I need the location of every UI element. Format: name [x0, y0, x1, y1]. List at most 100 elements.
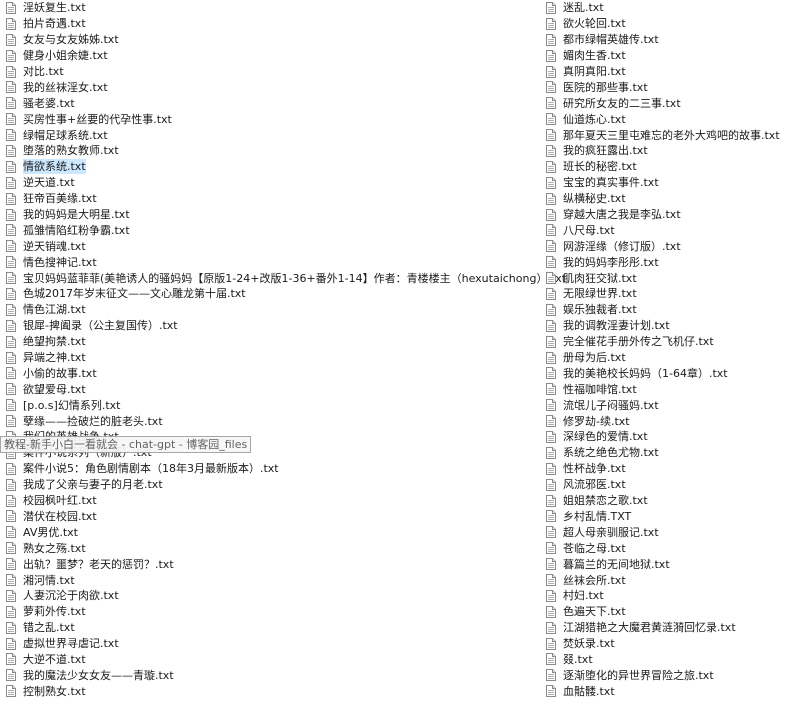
- file-item[interactable]: 系统之绝色尤物.txt: [546, 445, 800, 461]
- file-item[interactable]: 健身小姐余婕.txt: [6, 48, 541, 64]
- file-item[interactable]: 媚肉生香.txt: [546, 48, 800, 64]
- file-item[interactable]: 案件小说5：角色剧情剧本（18年3月最新版本）.txt: [6, 461, 541, 477]
- file-item[interactable]: 湘河情.txt: [6, 572, 541, 588]
- file-name: 我的调教淫妻计划.txt: [563, 319, 670, 333]
- text-file-icon: [546, 494, 556, 507]
- text-file-icon: [6, 287, 16, 300]
- file-item[interactable]: 对比.txt: [6, 64, 541, 80]
- file-item[interactable]: 宝贝妈妈蓝菲菲(美艳诱人的骚妈妈【原版1-24+改版1-36+番外1-14】作者…: [6, 270, 566, 286]
- file-item[interactable]: 控制熟女.txt: [6, 683, 541, 699]
- file-item[interactable]: 孽缘——捡破烂的脏老头.txt: [6, 413, 541, 429]
- file-item[interactable]: 姐姐禁恋之歌.txt: [546, 493, 800, 509]
- file-name: 肌肉狂交狱.txt: [563, 271, 637, 285]
- file-item[interactable]: 我的美艳校长妈妈（1-64章）.txt: [546, 365, 800, 381]
- text-file-icon: [546, 367, 556, 380]
- text-file-icon: [546, 574, 556, 586]
- file-item[interactable]: 我成了父亲与妻子的月老.txt: [6, 477, 541, 493]
- file-item[interactable]: 银犀-捭阖录（公主复国传）.txt: [6, 318, 541, 334]
- file-item[interactable]: 医院的那些事.txt: [546, 79, 800, 95]
- file-item[interactable]: 都市绿帽英雄传.txt: [546, 32, 800, 48]
- file-item[interactable]: 堕落的熟女教师.txt: [6, 143, 541, 159]
- file-item[interactable]: 人妻沉沦于肉欲.txt: [6, 588, 541, 604]
- file-item[interactable]: 无限绿世界.txt: [546, 286, 800, 302]
- file-item[interactable]: 我的妈妈是大明星.txt: [6, 207, 541, 223]
- file-item[interactable]: 欲望爱母.txt: [6, 381, 541, 397]
- file-item[interactable]: 拍片奇遇.txt: [6, 16, 541, 32]
- file-item[interactable]: 研究所女友的二三事.txt: [546, 95, 800, 111]
- file-item[interactable]: 风流邪医.txt: [546, 477, 800, 493]
- text-file-icon: [6, 510, 16, 523]
- file-name: 大逆不道.txt: [23, 652, 86, 666]
- file-item[interactable]: 娱乐独裁者.txt: [546, 302, 800, 318]
- file-item[interactable]: 肌肉狂交狱.txt: [546, 270, 800, 286]
- file-name: 册母为后.txt: [563, 351, 626, 365]
- file-item[interactable]: 色遍天下.txt: [546, 604, 800, 620]
- file-name: 无限绿世界.txt: [563, 287, 637, 301]
- file-item[interactable]: 完全催花手册外传之飞机仔.txt: [546, 334, 800, 350]
- file-item[interactable]: 深绿色的爱情.txt: [546, 429, 800, 445]
- file-item[interactable]: 骚老婆.txt: [6, 95, 541, 111]
- file-item[interactable]: 乡村乱情.TXT: [546, 509, 800, 525]
- file-item[interactable]: 出轨？噩梦？老天的惩罚？.txt: [6, 556, 541, 572]
- file-item[interactable]: 班长的秘密.txt: [546, 159, 800, 175]
- file-item[interactable]: 情色江湖.txt: [6, 302, 541, 318]
- file-item[interactable]: 情欲系统.txt: [6, 159, 541, 175]
- file-item[interactable]: 熟女之殇.txt: [6, 540, 541, 556]
- file-item[interactable]: 宝宝的真实事件.txt: [546, 175, 800, 191]
- file-item[interactable]: 错之乱.txt: [6, 620, 541, 636]
- file-name: 欲望爱母.txt: [23, 382, 86, 396]
- file-item[interactable]: 女友与女友姊姊.txt: [6, 32, 541, 48]
- text-file-icon: [6, 653, 16, 666]
- file-item[interactable]: 孤雏情陷红粉争霸.txt: [6, 222, 541, 238]
- file-item[interactable]: 丝袜会所.txt: [546, 572, 800, 588]
- file-item[interactable]: 血骷髅.txt: [546, 683, 800, 699]
- file-item[interactable]: 我的疯狂露出.txt: [546, 143, 800, 159]
- file-item[interactable]: AV男优.txt: [6, 524, 541, 540]
- file-item[interactable]: 迷乱.txt: [546, 0, 800, 16]
- file-item[interactable]: 绿帽足球系统.txt: [6, 127, 541, 143]
- file-item[interactable]: 逆天道.txt: [6, 175, 541, 191]
- text-file-icon: [546, 526, 556, 539]
- file-item[interactable]: 我的调教淫妻计划.txt: [546, 318, 800, 334]
- file-item[interactable]: 焚妖录.txt: [546, 636, 800, 652]
- file-item[interactable]: 仙道炼心.txt: [546, 111, 800, 127]
- file-item[interactable]: 超人母亲驯服记.txt: [546, 524, 800, 540]
- file-item[interactable]: 欲火轮回.txt: [546, 16, 800, 32]
- file-item[interactable]: 苍临之母.txt: [546, 540, 800, 556]
- file-item[interactable]: 暮篇兰的无间地狱.txt: [546, 556, 800, 572]
- file-item[interactable]: 纵横秘史.txt: [546, 191, 800, 207]
- file-item[interactable]: 真阴真阳.txt: [546, 64, 800, 80]
- file-item[interactable]: 买房性事+丝要的代孕性事.txt: [6, 111, 541, 127]
- file-item[interactable]: 那年夏天三里屯难忘的老外大鸡吧的故事.txt: [546, 127, 800, 143]
- file-item[interactable]: 淫妖复生.txt: [6, 0, 541, 16]
- file-item[interactable]: 狂帝百美缘.txt: [6, 191, 541, 207]
- file-item[interactable]: 穿越大唐之我是李弘.txt: [546, 207, 800, 223]
- file-item[interactable]: 大逆不道.txt: [6, 652, 541, 668]
- file-item[interactable]: 潜伏在校园.txt: [6, 509, 541, 525]
- file-item[interactable]: 校园枫叶红.txt: [6, 493, 541, 509]
- file-item[interactable]: 绝望拘禁.txt: [6, 334, 541, 350]
- file-item[interactable]: 我的妈妈李彤彤.txt: [546, 254, 800, 270]
- file-item[interactable]: 色城2017年岁末征文——文心雕龙第十届.txt: [6, 286, 541, 302]
- file-item[interactable]: 我的丝袜淫女.txt: [6, 79, 541, 95]
- file-item[interactable]: 修罗劫-续.txt: [546, 413, 800, 429]
- file-item[interactable]: 江湖猎艳之大魔君黄涟漪回忆录.txt: [546, 620, 800, 636]
- file-item[interactable]: [p.o.s]幻情系列.txt: [6, 397, 541, 413]
- file-item[interactable]: 网游淫缘（修订版）.txt: [546, 238, 800, 254]
- file-item[interactable]: 异端之神.txt: [6, 350, 541, 366]
- file-name: 色遍天下.txt: [563, 605, 626, 619]
- file-item[interactable]: 情色搜神记.txt: [6, 254, 541, 270]
- file-item[interactable]: 逆天销魂.txt: [6, 238, 541, 254]
- file-item[interactable]: 八尺母.txt: [546, 222, 800, 238]
- file-item[interactable]: 册母为后.txt: [546, 350, 800, 366]
- file-item[interactable]: 流氓儿子闷骚妈.txt: [546, 397, 800, 413]
- file-item[interactable]: 虚拟世界寻虐记.txt: [6, 636, 541, 652]
- file-item[interactable]: 性福咖啡馆.txt: [546, 381, 800, 397]
- file-item[interactable]: 逐渐堕化的异世界冒险之旅.txt: [546, 667, 800, 683]
- file-item[interactable]: 萝莉外传.txt: [6, 604, 541, 620]
- file-item[interactable]: 我的魔法少女女友——青璇.txt: [6, 667, 541, 683]
- file-item[interactable]: 村妇.txt: [546, 588, 800, 604]
- file-item[interactable]: 叕.txt: [546, 652, 800, 668]
- file-item[interactable]: 性杯战争.txt: [546, 461, 800, 477]
- file-item[interactable]: 小偷的故事.txt: [6, 365, 541, 381]
